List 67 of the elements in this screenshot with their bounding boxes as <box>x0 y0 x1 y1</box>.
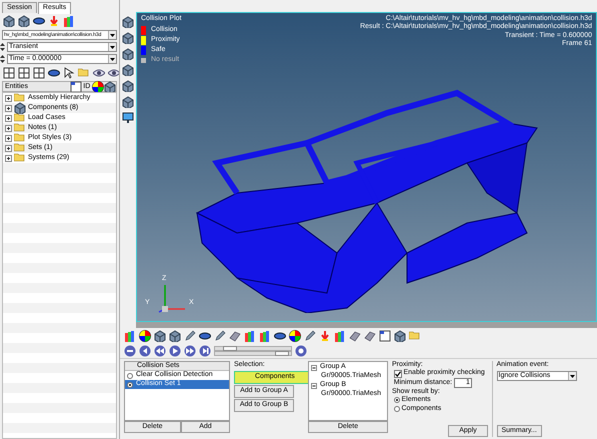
contour-bars-icon[interactable] <box>259 330 271 342</box>
dropdown-arrow-icon <box>110 46 115 49</box>
cube-icon[interactable] <box>14 102 26 114</box>
step-back-icon[interactable] <box>139 344 151 356</box>
folder-icon[interactable] <box>14 112 26 124</box>
radio-button[interactable] <box>394 406 400 412</box>
collapse-icon[interactable] <box>311 382 317 388</box>
contour-bars-icon[interactable] <box>244 330 256 342</box>
cube-icon[interactable] <box>122 64 134 76</box>
cube-icon[interactable] <box>122 48 134 60</box>
graphics-viewport[interactable] <box>136 12 597 322</box>
rewind-icon[interactable] <box>154 344 166 356</box>
cube-icon[interactable] <box>169 330 181 342</box>
grid-icon[interactable] <box>3 67 15 80</box>
disc-icon[interactable] <box>33 15 45 28</box>
cube-icon[interactable] <box>122 32 134 44</box>
cube-icon[interactable] <box>394 330 406 342</box>
color-wheel-icon[interactable] <box>289 330 301 342</box>
contour-bars-icon[interactable] <box>334 330 346 342</box>
slider-thumb[interactable] <box>222 346 237 350</box>
cube-icon[interactable] <box>3 15 15 28</box>
folder-icon[interactable] <box>14 92 26 104</box>
spin-icon[interactable] <box>0 54 5 64</box>
grid-icon[interactable] <box>18 67 30 80</box>
eye-icon[interactable] <box>108 67 119 80</box>
disc-icon[interactable] <box>274 330 286 342</box>
arrow-icon[interactable] <box>319 330 331 342</box>
settings-icon[interactable] <box>295 344 307 356</box>
note-icon[interactable] <box>70 80 82 93</box>
legend-swatch <box>141 58 146 63</box>
arrow-icon[interactable] <box>48 15 60 28</box>
spin-icon[interactable] <box>0 42 5 52</box>
note-icon[interactable] <box>379 330 391 342</box>
step-forward-icon[interactable] <box>199 344 211 356</box>
speed-slider[interactable] <box>214 350 292 356</box>
contour-bars-icon[interactable] <box>63 15 75 28</box>
menu-icon[interactable] <box>124 344 136 356</box>
dropdown-arrow-icon <box>110 58 115 61</box>
checkbox[interactable] <box>394 370 402 378</box>
dropdown-arrow-icon <box>570 374 574 378</box>
fast-forward-icon[interactable] <box>184 344 196 356</box>
disc-icon[interactable] <box>199 330 211 342</box>
monitor-icon[interactable] <box>122 112 134 124</box>
expand-icon[interactable] <box>5 134 12 142</box>
collapse-icon[interactable] <box>311 364 317 370</box>
radio-button[interactable] <box>394 397 400 404</box>
disc-icon[interactable] <box>48 67 60 80</box>
grid-icon[interactable] <box>33 67 45 80</box>
frame-slider[interactable] <box>214 346 292 350</box>
cursor-icon[interactable] <box>63 67 75 80</box>
color-wheel-icon[interactable] <box>139 330 151 342</box>
dropdown-arrow-icon <box>110 34 115 37</box>
expand-icon[interactable] <box>5 144 12 152</box>
expand-icon[interactable] <box>5 124 12 132</box>
cube-icon[interactable] <box>154 330 166 342</box>
eye-icon[interactable] <box>93 67 105 80</box>
cube-icon[interactable] <box>18 15 30 28</box>
cube-icon[interactable] <box>122 16 134 28</box>
cube-icon[interactable] <box>122 80 134 92</box>
contour-bars-icon[interactable] <box>124 330 136 342</box>
expand-icon[interactable] <box>5 154 12 162</box>
play-icon[interactable] <box>169 344 181 356</box>
cube-icon[interactable] <box>122 96 134 108</box>
expand-icon[interactable] <box>5 114 12 122</box>
slider-thumb[interactable] <box>274 350 289 356</box>
expand-icon[interactable] <box>5 104 12 112</box>
expand-icon[interactable] <box>5 94 12 102</box>
